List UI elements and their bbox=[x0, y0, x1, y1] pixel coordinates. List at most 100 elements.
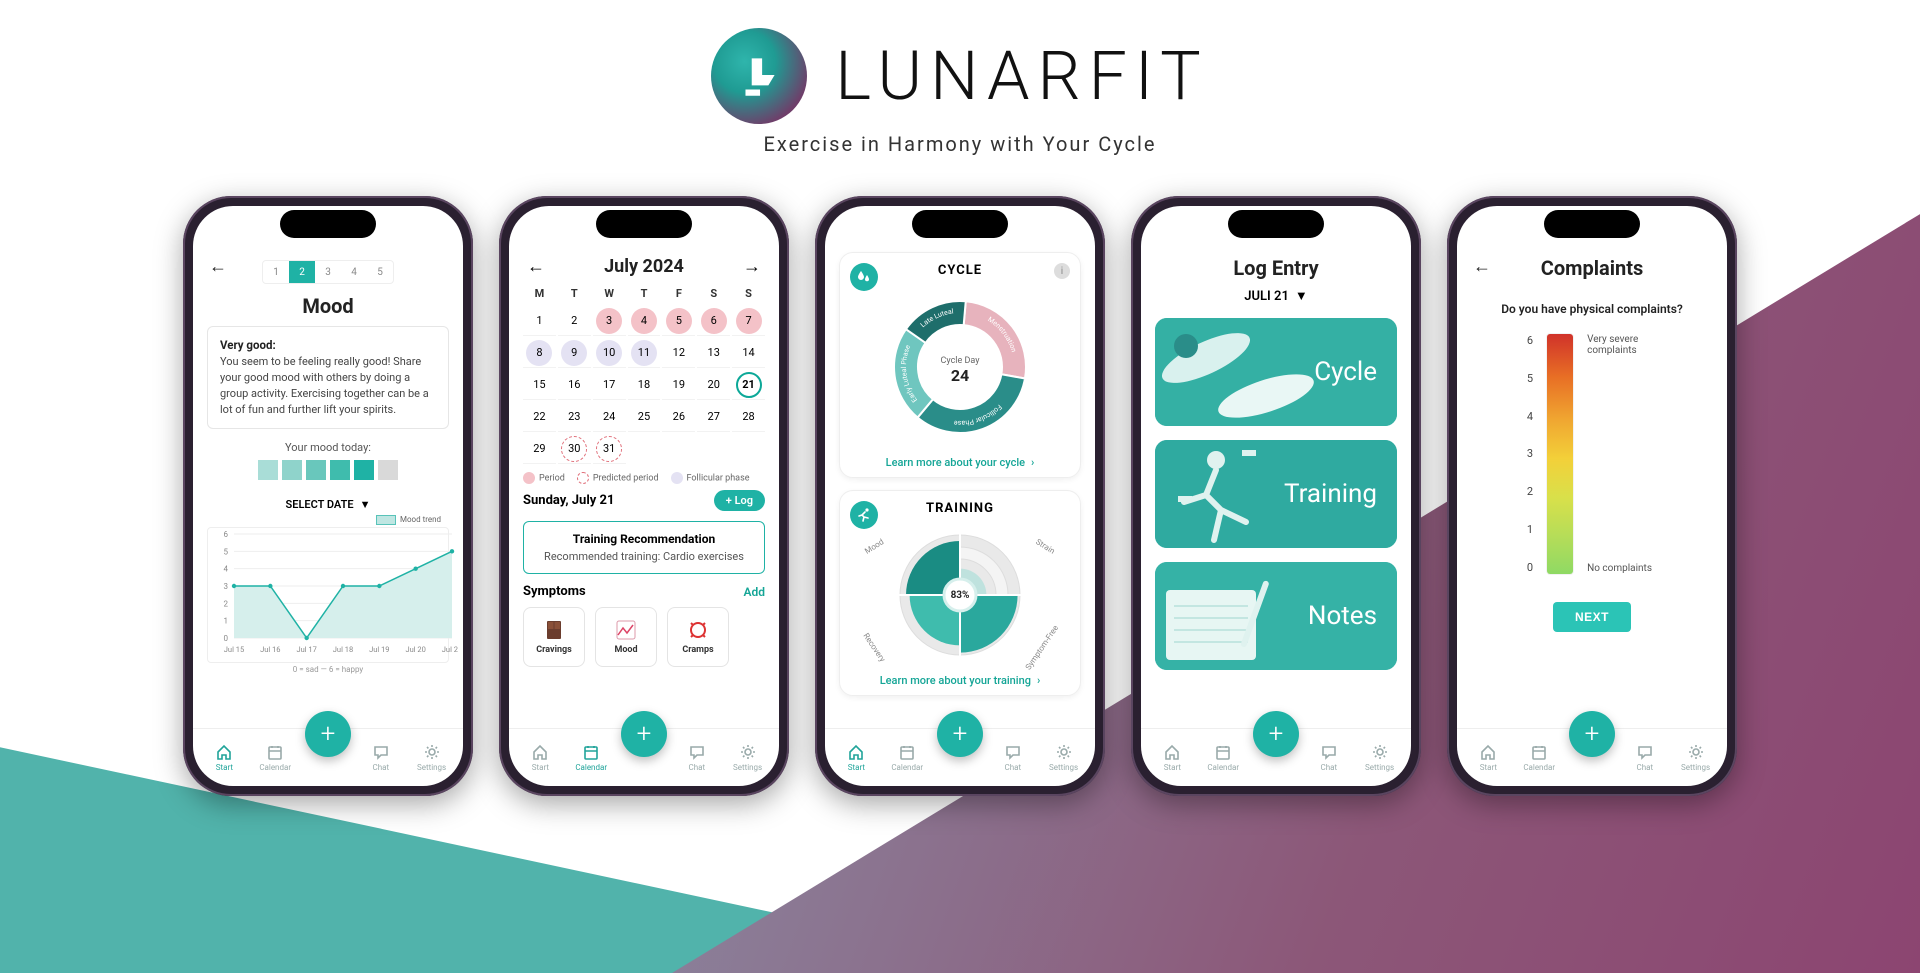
svg-text:Jul 18: Jul 18 bbox=[333, 645, 353, 654]
step-2[interactable]: 2 bbox=[289, 261, 315, 283]
calendar-day-3[interactable]: 3 bbox=[593, 306, 626, 336]
calendar-day-15[interactable]: 15 bbox=[523, 370, 556, 400]
nav-chat[interactable]: Chat bbox=[676, 743, 718, 772]
scale-tick-0: 0 bbox=[1527, 561, 1533, 574]
calendar-day-29[interactable]: 29 bbox=[523, 434, 556, 464]
calendar-day-2[interactable]: 2 bbox=[558, 306, 591, 336]
nav-calendar[interactable]: Calendar bbox=[254, 743, 296, 772]
calendar-day-28[interactable]: 28 bbox=[732, 402, 765, 432]
svg-text:6: 6 bbox=[224, 530, 229, 539]
back-icon[interactable]: ← bbox=[209, 256, 227, 277]
next-month-button[interactable]: → bbox=[743, 256, 761, 277]
scale-tick-4: 4 bbox=[1527, 410, 1533, 423]
calendar-day-11[interactable]: 11 bbox=[628, 338, 661, 368]
calendar-day-5[interactable]: 5 bbox=[662, 306, 695, 336]
calendar-day-6[interactable]: 6 bbox=[697, 306, 730, 336]
log-card-notes[interactable]: Notes bbox=[1155, 562, 1397, 670]
calendar-day-16[interactable]: 16 bbox=[558, 370, 591, 400]
cycle-heading: CYCLE bbox=[848, 263, 1072, 278]
nav-calendar[interactable]: Calendar bbox=[886, 743, 928, 772]
nav-chat[interactable]: Chat bbox=[360, 743, 402, 772]
symptom-cravings[interactable]: Cravings bbox=[523, 607, 585, 667]
calendar-day-4[interactable]: 4 bbox=[628, 306, 661, 336]
nav-settings[interactable]: Settings bbox=[411, 743, 453, 772]
nav-calendar[interactable]: Calendar bbox=[1518, 743, 1560, 772]
nav-start[interactable]: Start bbox=[835, 743, 877, 772]
nav-start[interactable]: Start bbox=[519, 743, 561, 772]
step-3[interactable]: 3 bbox=[315, 261, 341, 283]
add-fab[interactable]: + bbox=[1253, 711, 1299, 757]
calendar-day-20[interactable]: 20 bbox=[697, 370, 730, 400]
learn-cycle-link[interactable]: Learn more about your cycle› bbox=[848, 456, 1072, 469]
calendar-day-9[interactable]: 9 bbox=[558, 338, 591, 368]
next-button[interactable]: NEXT bbox=[1553, 602, 1631, 632]
calendar-day-13[interactable]: 13 bbox=[697, 338, 730, 368]
calendar-day-30[interactable]: 30 bbox=[558, 434, 591, 464]
nav-settings[interactable]: Settings bbox=[1675, 743, 1717, 772]
cycle-card[interactable]: i CYCLE MenstruationFollicular PhaseEarl… bbox=[839, 252, 1081, 478]
symptom-mood[interactable]: Mood bbox=[595, 607, 657, 667]
calendar-day-7[interactable]: 7 bbox=[732, 306, 765, 336]
calendar-day-14[interactable]: 14 bbox=[732, 338, 765, 368]
nav-settings[interactable]: Settings bbox=[1359, 743, 1401, 772]
bottom-nav: Start Calendar Chat Settings+ bbox=[193, 728, 463, 786]
info-icon[interactable]: i bbox=[1054, 263, 1070, 279]
learn-training-link[interactable]: Learn more about your training› bbox=[848, 674, 1072, 687]
prev-month-button[interactable]: ← bbox=[527, 256, 545, 277]
calendar-day-1[interactable]: 1 bbox=[523, 306, 556, 336]
log-card-cycle[interactable]: Cycle bbox=[1155, 318, 1397, 426]
calendar-day-19[interactable]: 19 bbox=[662, 370, 695, 400]
nav-settings[interactable]: Settings bbox=[1043, 743, 1085, 772]
add-fab[interactable]: + bbox=[937, 711, 983, 757]
bottom-nav: Start Calendar Chat Settings+ bbox=[1141, 728, 1411, 786]
training-card[interactable]: TRAINING 83% Mood Strain Symptom-Free Re… bbox=[839, 490, 1081, 696]
calendar-day-21[interactable]: 21 bbox=[732, 370, 765, 400]
nav-chat[interactable]: Chat bbox=[1624, 743, 1666, 772]
step-5[interactable]: 5 bbox=[367, 261, 393, 283]
add-fab[interactable]: + bbox=[1569, 711, 1615, 757]
back-icon[interactable]: ← bbox=[1473, 256, 1491, 277]
calendar-day-10[interactable]: 10 bbox=[593, 338, 626, 368]
calendar-day-27[interactable]: 27 bbox=[697, 402, 730, 432]
bottom-nav: Start Calendar Chat Settings+ bbox=[1457, 728, 1727, 786]
complaints-scale[interactable]: 6543210 Very severe complaints No compla… bbox=[1471, 334, 1713, 574]
training-recommendation-card[interactable]: Training Recommendation Recommended trai… bbox=[523, 521, 765, 574]
symptom-cramps[interactable]: Cramps bbox=[667, 607, 729, 667]
nav-start[interactable]: Start bbox=[1151, 743, 1193, 772]
add-symptom-button[interactable]: Add bbox=[743, 585, 765, 599]
svg-text:Jul 15: Jul 15 bbox=[224, 645, 244, 654]
log-button[interactable]: + Log bbox=[714, 490, 765, 511]
calendar-day-12[interactable]: 12 bbox=[662, 338, 695, 368]
calendar-day-24[interactable]: 24 bbox=[593, 402, 626, 432]
add-fab[interactable]: + bbox=[305, 711, 351, 757]
svg-text:0: 0 bbox=[224, 634, 229, 643]
nav-settings[interactable]: Settings bbox=[727, 743, 769, 772]
calendar-day-18[interactable]: 18 bbox=[628, 370, 661, 400]
calendar-day-17[interactable]: 17 bbox=[593, 370, 626, 400]
add-fab[interactable]: + bbox=[621, 711, 667, 757]
nav-calendar[interactable]: Calendar bbox=[1202, 743, 1244, 772]
log-date-selector[interactable]: JULI 21 ▼ bbox=[1155, 288, 1397, 304]
nav-chat[interactable]: Chat bbox=[992, 743, 1034, 772]
svg-text:Jul 19: Jul 19 bbox=[369, 645, 389, 654]
calendar-day-22[interactable]: 22 bbox=[523, 402, 556, 432]
nav-calendar[interactable]: Calendar bbox=[570, 743, 612, 772]
logo-icon bbox=[711, 28, 807, 124]
calendar-day-31[interactable]: 31 bbox=[593, 434, 626, 464]
nav-start[interactable]: Start bbox=[1467, 743, 1509, 772]
calendar-day-8[interactable]: 8 bbox=[523, 338, 556, 368]
calendar-day-26[interactable]: 26 bbox=[662, 402, 695, 432]
select-date-button[interactable]: SELECT DATE ▼ bbox=[207, 498, 449, 511]
page-title: Mood bbox=[207, 294, 449, 318]
mood-card-body: You seem to be feeling really good! Shar… bbox=[220, 355, 429, 416]
nav-start[interactable]: Start bbox=[203, 743, 245, 772]
step-4[interactable]: 4 bbox=[341, 261, 367, 283]
nav-chat[interactable]: Chat bbox=[1308, 743, 1350, 772]
calendar-day-23[interactable]: 23 bbox=[558, 402, 591, 432]
phone-calendar: ← July 2024 → MTWTFSS1234567891011121314… bbox=[499, 196, 789, 796]
calendar-day-25[interactable]: 25 bbox=[628, 402, 661, 432]
svg-text:83%: 83% bbox=[951, 590, 970, 601]
log-card-training[interactable]: Training bbox=[1155, 440, 1397, 548]
step-1[interactable]: 1 bbox=[263, 261, 289, 283]
drops-icon bbox=[850, 263, 878, 291]
